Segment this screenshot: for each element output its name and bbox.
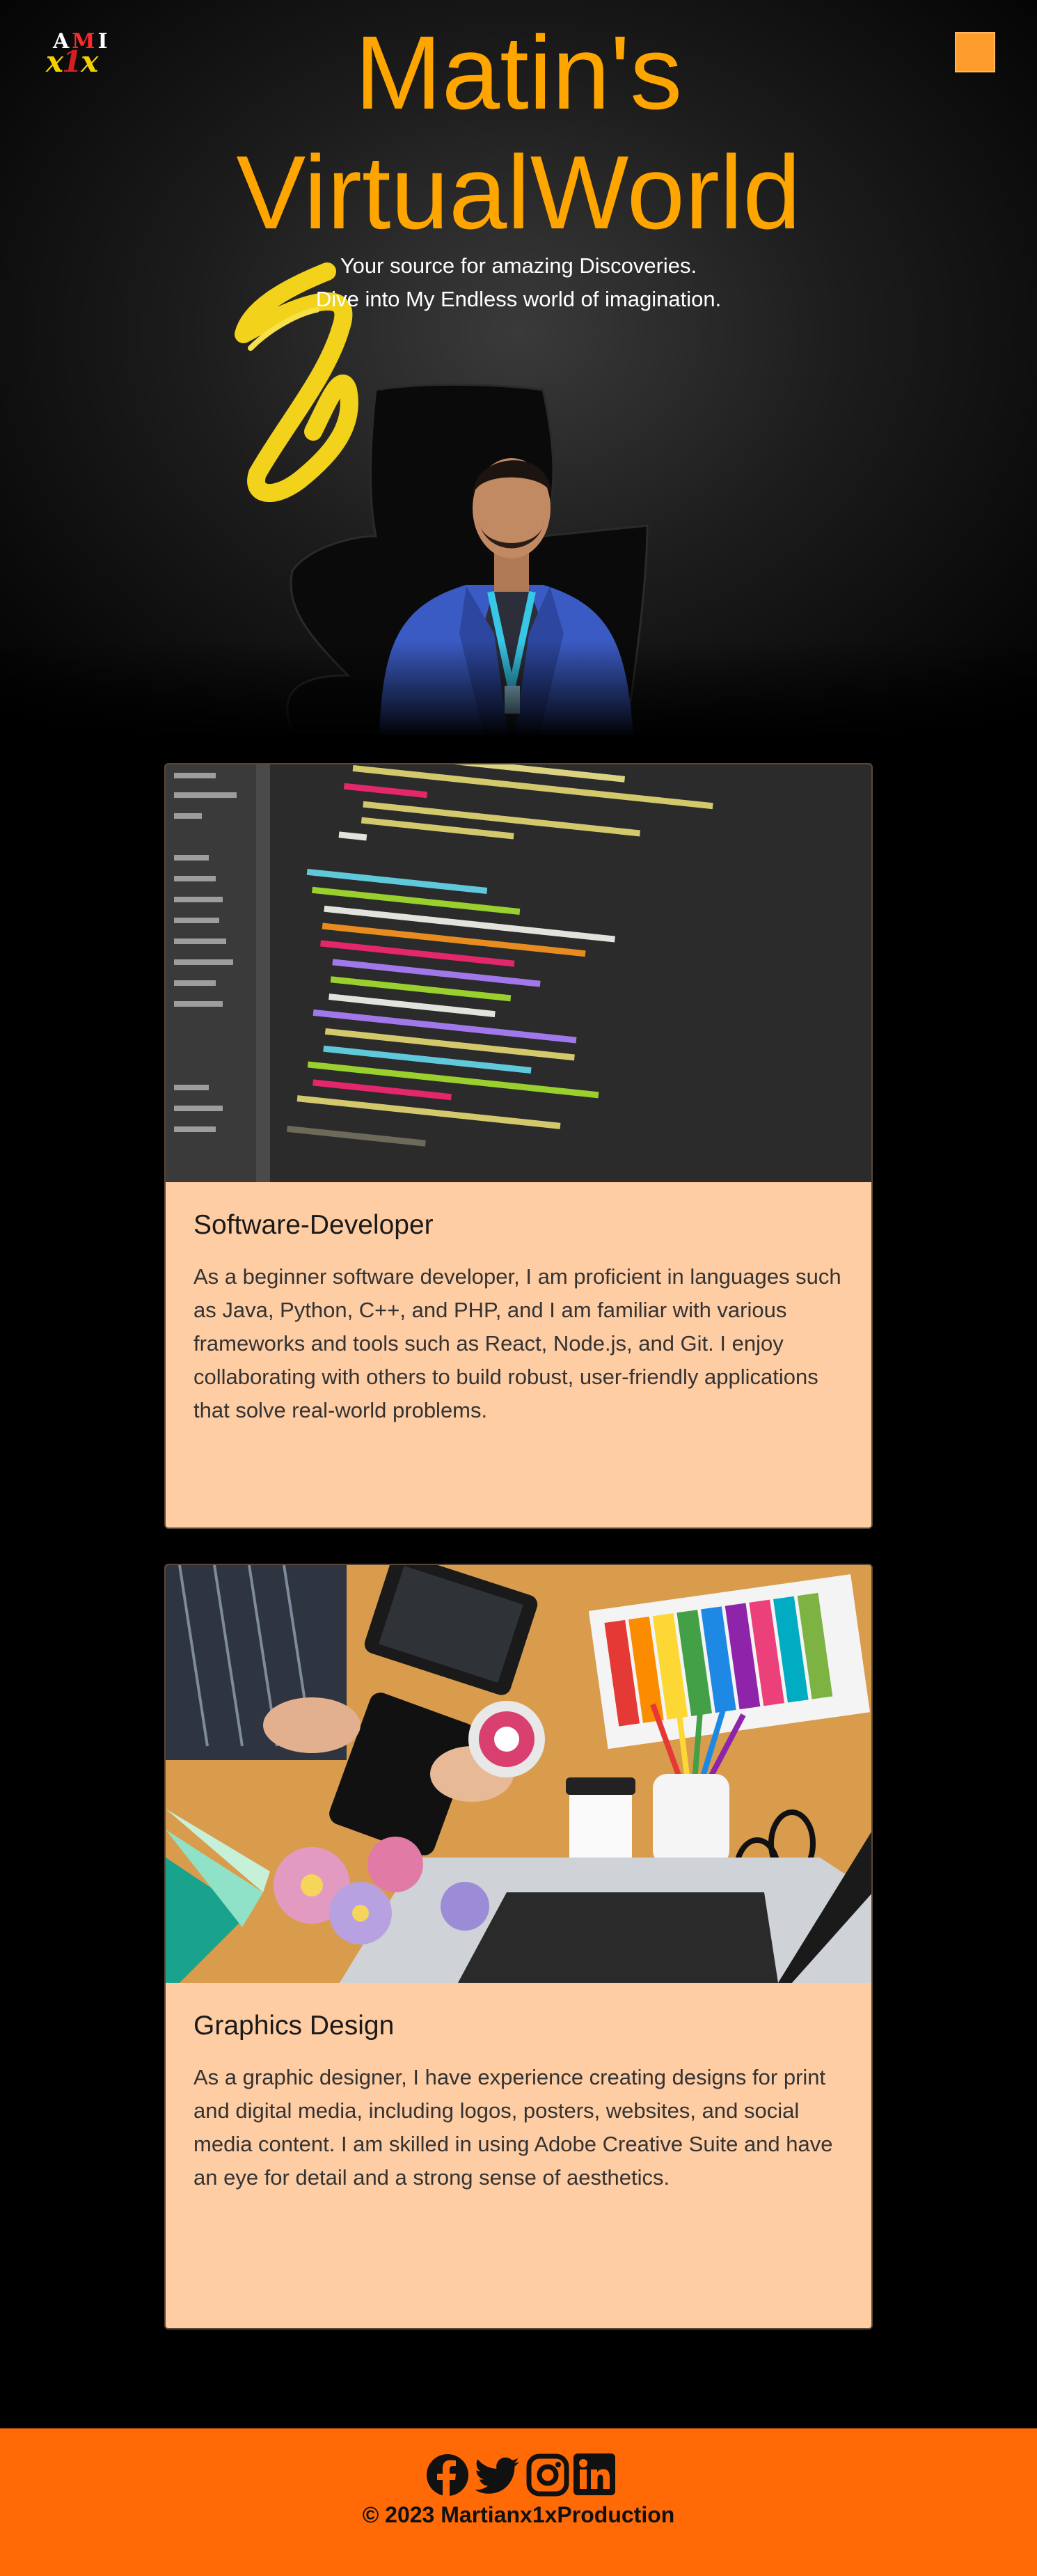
social-links <box>426 2453 617 2498</box>
software-developer-card[interactable]: Software-Developer As a beginner softwar… <box>164 763 873 1529</box>
card-title: Software-Developer <box>193 1210 434 1240</box>
facebook-icon[interactable] <box>426 2453 469 2497</box>
code-editor-image <box>166 764 871 1182</box>
hero-section: AMI x1x Matin's VirtualWorld Your source… <box>0 0 1037 738</box>
graphic-design-desk-image <box>166 1565 871 1983</box>
brand-logo[interactable]: AMI x1x <box>43 29 141 79</box>
card-description: As a beginner software developer, I am p… <box>193 1264 841 1422</box>
logo-bottom-letters: x1x <box>46 45 98 79</box>
site-footer: © 2023 Martianx1xProduction <box>0 2428 1037 2576</box>
hamburger-menu-button[interactable] <box>955 32 995 72</box>
instagram-icon[interactable] <box>526 2453 569 2497</box>
copyright-text: © 2023 Martianx1xProduction <box>362 2502 675 2527</box>
card-description: As a graphic designer, I have experience… <box>193 2065 833 2190</box>
tagline-secondary: Dive into My Endless world of imaginatio… <box>315 287 722 311</box>
page-title: Matin's VirtualWorld <box>236 14 801 251</box>
graphics-design-card[interactable]: Graphics Design As a graphic designer, I… <box>164 1564 873 2330</box>
card-title: Graphics Design <box>193 2011 395 2041</box>
profile-portrait <box>167 244 766 745</box>
linkedin-icon[interactable] <box>573 2453 617 2497</box>
tagline-primary: Your source for amazing Discoveries. <box>340 253 697 278</box>
twitter-icon[interactable] <box>475 2453 519 2497</box>
